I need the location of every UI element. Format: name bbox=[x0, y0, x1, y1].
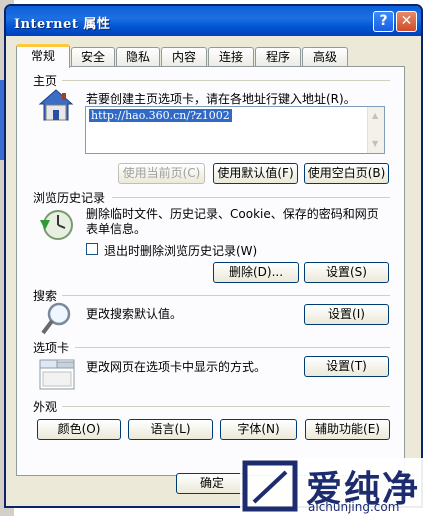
scroll-up-icon[interactable]: ▲ bbox=[372, 111, 378, 120]
search-description: 更改搜索默认值。 bbox=[86, 307, 183, 321]
search-separator bbox=[62, 295, 390, 296]
home-url-field[interactable]: http://hao.360.cn/?z1002 ▲ ▼ bbox=[85, 106, 385, 154]
fonts-button[interactable]: 字体(N) bbox=[220, 419, 297, 440]
tabs-window-icon bbox=[39, 359, 75, 390]
history-clock-icon bbox=[40, 210, 73, 240]
search-magnifier-icon bbox=[41, 302, 71, 335]
history-separator bbox=[112, 197, 390, 198]
tab-general[interactable]: 常规 bbox=[16, 44, 70, 68]
watermark-brand-url: aichunjing.com bbox=[308, 500, 400, 514]
scroll-down-icon[interactable]: ▼ bbox=[372, 139, 378, 148]
home-url-text: http://hao.360.cn/?z1002 bbox=[89, 109, 232, 122]
home-icon bbox=[38, 89, 74, 121]
window-title: Internet 属性 bbox=[14, 17, 111, 32]
use-current-button[interactable]: 使用当前页(C) bbox=[118, 163, 205, 184]
home-instruction: 若要创建主页选项卡，请在各地址行键入地址(R)。 bbox=[86, 92, 356, 106]
ok-button[interactable]: 确定 bbox=[176, 473, 248, 494]
watermark-overlay: 爱纯净 aichunjing.com bbox=[240, 458, 434, 516]
appearance-separator bbox=[62, 406, 390, 407]
tab-programs[interactable]: 程序 bbox=[255, 47, 301, 66]
history-description: 删除临时文件、历史记录、Cookie、保存的密码和网页表单信息。 bbox=[86, 207, 379, 236]
url-scrollbar[interactable]: ▲ ▼ bbox=[367, 107, 384, 153]
delete-history-button[interactable]: 删除(D)... bbox=[213, 262, 299, 283]
home-separator bbox=[62, 80, 390, 81]
tab-content[interactable]: 内容 bbox=[161, 47, 207, 66]
search-settings-button[interactable]: 设置(I) bbox=[304, 304, 389, 325]
appearance-section-label: 外观 bbox=[33, 400, 58, 414]
help-button[interactable]: ? bbox=[373, 11, 394, 32]
use-default-button[interactable]: 使用默认值(F) bbox=[213, 163, 298, 184]
title-bar[interactable]: Internet 属性 ? ✕ bbox=[6, 6, 421, 36]
colors-button[interactable]: 颜色(O) bbox=[37, 419, 121, 440]
watermark-logo-icon bbox=[242, 460, 298, 512]
history-settings-button[interactable]: 设置(S) bbox=[304, 262, 389, 283]
tab-advanced[interactable]: 高级 bbox=[302, 47, 348, 66]
tabs-section-label: 选项卡 bbox=[33, 341, 70, 355]
home-section-label: 主页 bbox=[33, 74, 58, 88]
close-button[interactable]: ✕ bbox=[396, 11, 417, 32]
accessibility-button[interactable]: 辅助功能(E) bbox=[305, 419, 390, 440]
tabs-separator bbox=[75, 347, 390, 348]
history-section-label: 浏览历史记录 bbox=[33, 191, 106, 205]
delete-on-exit-checkbox[interactable] bbox=[86, 243, 98, 255]
use-blank-button[interactable]: 使用空白页(B) bbox=[304, 163, 389, 184]
help-icon: ? bbox=[379, 13, 388, 29]
delete-on-exit-label: 退出时删除浏览历史记录(W) bbox=[104, 244, 258, 258]
tab-security[interactable]: 安全 bbox=[71, 47, 115, 66]
tab-connections[interactable]: 连接 bbox=[208, 47, 254, 66]
tabs-description: 更改网页在选项卡中显示的方式。 bbox=[86, 360, 267, 374]
tab-privacy[interactable]: 隐私 bbox=[116, 47, 160, 66]
tabs-settings-button[interactable]: 设置(T) bbox=[304, 356, 389, 377]
close-icon: ✕ bbox=[400, 13, 413, 29]
languages-button[interactable]: 语言(L) bbox=[128, 419, 213, 440]
